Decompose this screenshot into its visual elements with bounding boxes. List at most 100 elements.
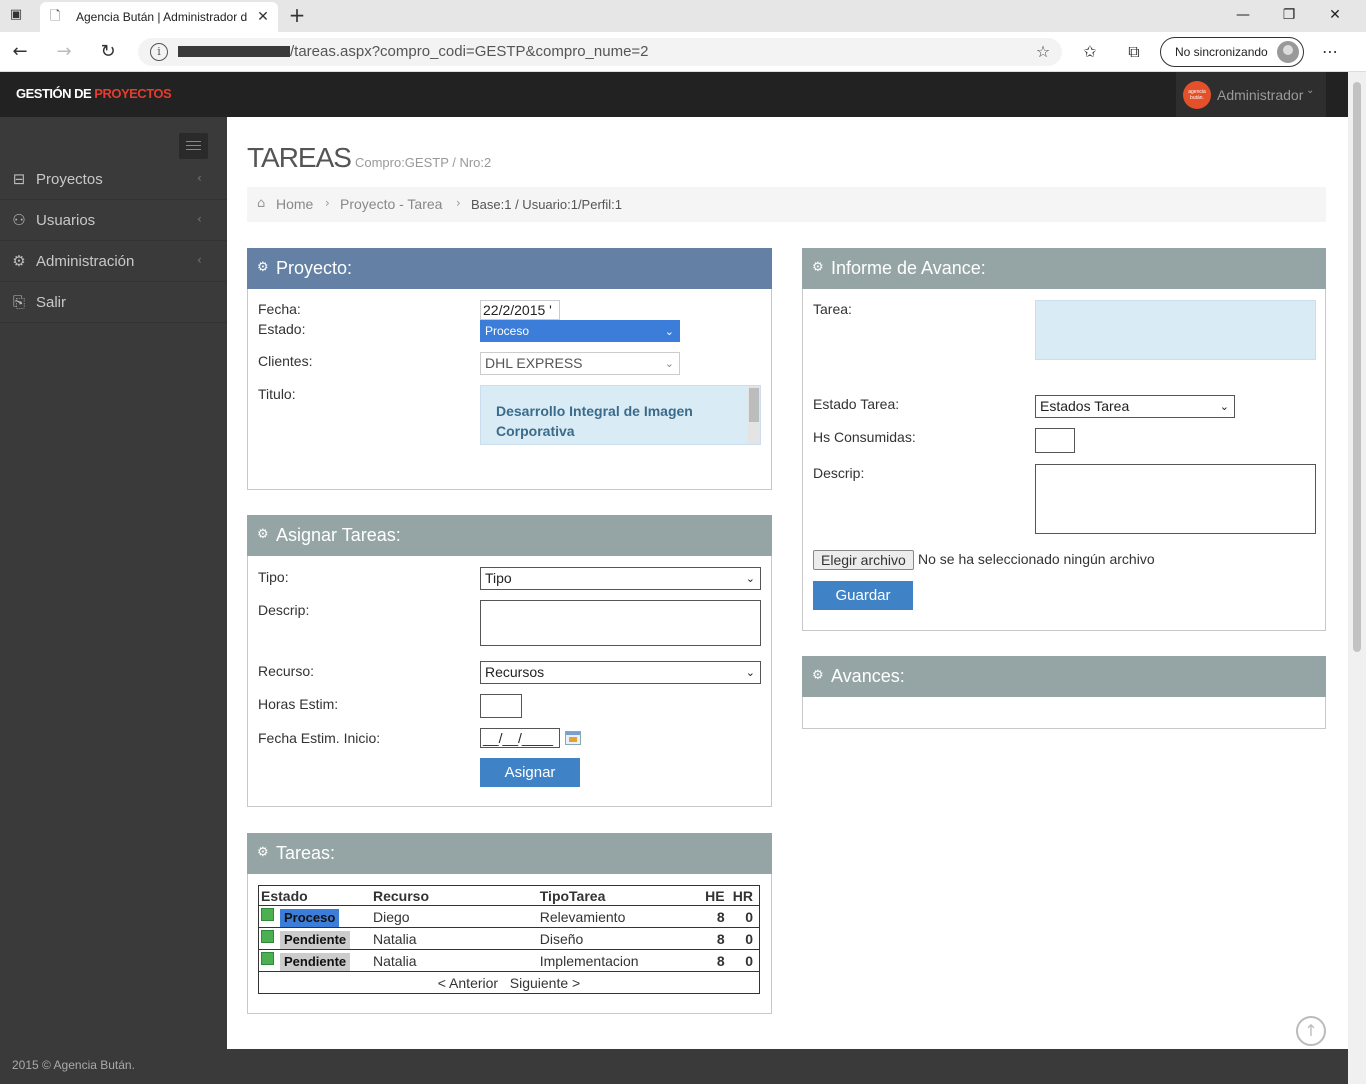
forward-icon[interactable]: → (52, 40, 76, 64)
sidebar-item-proyectos[interactable]: ⊟ Proyectos ‹ (0, 159, 227, 200)
cogs-icon: ⚙ (257, 260, 269, 275)
breadcrumb-item[interactable]: Proyecto - Tarea (340, 196, 442, 212)
recurso-select[interactable]: Recursos ⌄ (480, 661, 761, 684)
minimize-icon[interactable]: — (1232, 4, 1254, 26)
scroll-to-top-icon[interactable]: ↑ (1296, 1016, 1326, 1046)
table-header-row: Estado Recurso TipoTarea HE HR (258, 885, 760, 906)
profile-avatar-icon (1277, 41, 1299, 63)
sidebar-item-label: Administración (36, 253, 135, 270)
pager-prev-link[interactable]: < Anterior (438, 975, 498, 991)
descrip-textarea[interactable] (480, 600, 761, 646)
maximize-icon[interactable]: ❐ (1278, 4, 1300, 26)
chevron-left-icon: ‹ (197, 212, 202, 226)
gear-icon: ⚙ (12, 252, 26, 270)
hr-cell: 0 (730, 927, 760, 950)
status-badge: Pendiente (280, 953, 351, 971)
tipo-label: Tipo: (258, 569, 289, 585)
guardar-button[interactable]: Guardar (813, 581, 913, 610)
asignar-button[interactable]: Asignar (480, 758, 580, 787)
panel-header: ⚙ Informe de Avance: (802, 248, 1326, 289)
menu-toggle-icon[interactable] (179, 133, 208, 159)
tab-title: Agencia Bután | Administrador d (76, 10, 248, 24)
choose-file-button[interactable]: Elegir archivo (813, 550, 914, 570)
descrip-label: Descrip: (813, 465, 865, 481)
browser-tab[interactable]: 🗋 Agencia Bután | Administrador d ✕ (40, 2, 278, 32)
user-icon: ⚇ (12, 211, 26, 229)
sidebar-item-label: Salir (36, 294, 67, 311)
fecha-estim-input[interactable]: __/__/____ (480, 728, 560, 748)
column-header: HE (698, 885, 731, 906)
clientes-label: Clientes: (258, 353, 313, 369)
he-cell: 8 (698, 949, 731, 972)
page-scrollbar[interactable] (1348, 72, 1366, 1084)
recurso-label: Recurso: (258, 663, 315, 679)
chevron-down-icon: ⌄ (745, 666, 755, 679)
scrollbar-thumb[interactable] (1353, 82, 1361, 652)
estado-tarea-select[interactable]: Estados Tarea ⌄ (1035, 395, 1235, 418)
pager-row: < Anterior Siguiente > (258, 971, 760, 994)
refresh-icon[interactable]: ↻ (96, 40, 120, 64)
add-favorite-icon[interactable]: ☆ (1032, 41, 1054, 63)
clientes-select[interactable]: DHL EXPRESS ⌄ (480, 352, 680, 375)
table-row[interactable]: Pendiente Natalia Implementacion 8 0 (258, 949, 760, 972)
breadcrumb: ⌂ Home › Proyecto - Tarea › Base:1 / Usu… (247, 187, 1326, 222)
recurso-cell: Diego (371, 905, 538, 928)
pager-next-link[interactable]: Siguiente > (510, 975, 580, 991)
descrip-textarea[interactable] (1035, 464, 1316, 534)
breadcrumb-meta: Base:1 / Usuario:1/Perfil:1 (471, 197, 623, 212)
tareas-panel: ⚙ Tareas: Estado Recurso TipoTarea HE HR… (247, 833, 772, 1014)
hs-consumidas-input[interactable] (1035, 428, 1075, 453)
table-row[interactable]: Pendiente Natalia Diseño 8 0 (258, 927, 760, 950)
page-icon: 🗋 (50, 9, 61, 24)
calendar-icon[interactable] (565, 731, 581, 745)
tipo-select[interactable]: Tipo ⌄ (480, 567, 761, 590)
column-header: Recurso (371, 885, 538, 906)
table-row[interactable]: Proceso Diego Relevamiento 8 0 (258, 905, 760, 928)
fecha-field[interactable]: 22/2/2015 ' (480, 300, 560, 320)
titulo-textarea[interactable]: Desarrollo Integral de Imagen Corporativ… (480, 385, 761, 445)
textarea-scrollbar[interactable] (748, 386, 760, 444)
user-menu[interactable]: agencia bután. Administrador ⌄ (1176, 72, 1326, 117)
logout-icon: ⎘ (12, 293, 25, 311)
estado-select[interactable]: Proceso ⌄ (480, 320, 680, 342)
sidebar-item-usuarios[interactable]: ⚇ Usuarios ‹ (0, 200, 227, 241)
cogs-icon: ⚙ (812, 260, 824, 275)
he-cell: 8 (698, 905, 731, 928)
chevron-right-icon: › (456, 196, 461, 210)
footer-text: 2015 © Agencia Bután. (12, 1058, 135, 1072)
close-tab-icon[interactable]: ✕ (254, 8, 272, 26)
panel-header: ⚙ Asignar Tareas: (247, 515, 772, 556)
column-header: HR (730, 885, 760, 906)
profile-sync-button[interactable]: No sincronizando (1160, 37, 1304, 67)
sidebar-item-label: Proyectos (36, 171, 103, 188)
chevron-down-icon: ⌄ (1219, 400, 1229, 413)
check-icon[interactable] (261, 952, 274, 965)
tarea-label: Tarea: (813, 301, 852, 317)
info-icon[interactable]: i (150, 43, 168, 61)
horas-estim-input[interactable] (480, 694, 522, 718)
sidebar-item-salir[interactable]: ⎘ Salir (0, 282, 227, 323)
he-cell: 8 (698, 927, 731, 950)
breadcrumb-home[interactable]: Home (276, 196, 313, 212)
favorites-icon[interactable]: ✩ (1078, 40, 1102, 64)
cogs-icon: ⚙ (257, 845, 269, 860)
tab-actions-icon[interactable]: ▣ (8, 7, 24, 23)
sidebar: ⊟ Proyectos ‹ ⚇ Usuarios ‹ ⚙ Administrac… (0, 117, 227, 1049)
new-tab-icon[interactable]: + (286, 4, 308, 26)
check-icon[interactable] (261, 908, 274, 921)
sidebar-item-administracion[interactable]: ⚙ Administración ‹ (0, 241, 227, 282)
proyecto-panel: ⚙ Proyecto: Fecha: 22/2/2015 ' Estado: P… (247, 248, 772, 490)
tarea-textarea[interactable] (1035, 300, 1316, 360)
back-icon[interactable]: ← (8, 40, 32, 64)
collections-icon[interactable]: ⧉ (1122, 40, 1146, 64)
check-icon[interactable] (261, 930, 274, 943)
address-bar: ← → ↻ i /tareas.aspx?compro_codi=GESTP&c… (0, 32, 1366, 72)
more-menu-icon[interactable]: ⋯ (1318, 40, 1342, 64)
hr-cell: 0 (730, 949, 760, 972)
url-field[interactable]: i /tareas.aspx?compro_codi=GESTP&compro_… (138, 38, 1062, 66)
chevron-down-icon: ⌄ (664, 357, 674, 370)
brand-logo[interactable]: GESTIÓN DE PROYECTOS (16, 86, 172, 101)
recurso-cell: Natalia (371, 949, 538, 972)
close-window-icon[interactable]: ✕ (1324, 4, 1346, 26)
asignar-tareas-panel: ⚙ Asignar Tareas: Tipo: Tipo ⌄ Descrip: R… (247, 515, 772, 807)
